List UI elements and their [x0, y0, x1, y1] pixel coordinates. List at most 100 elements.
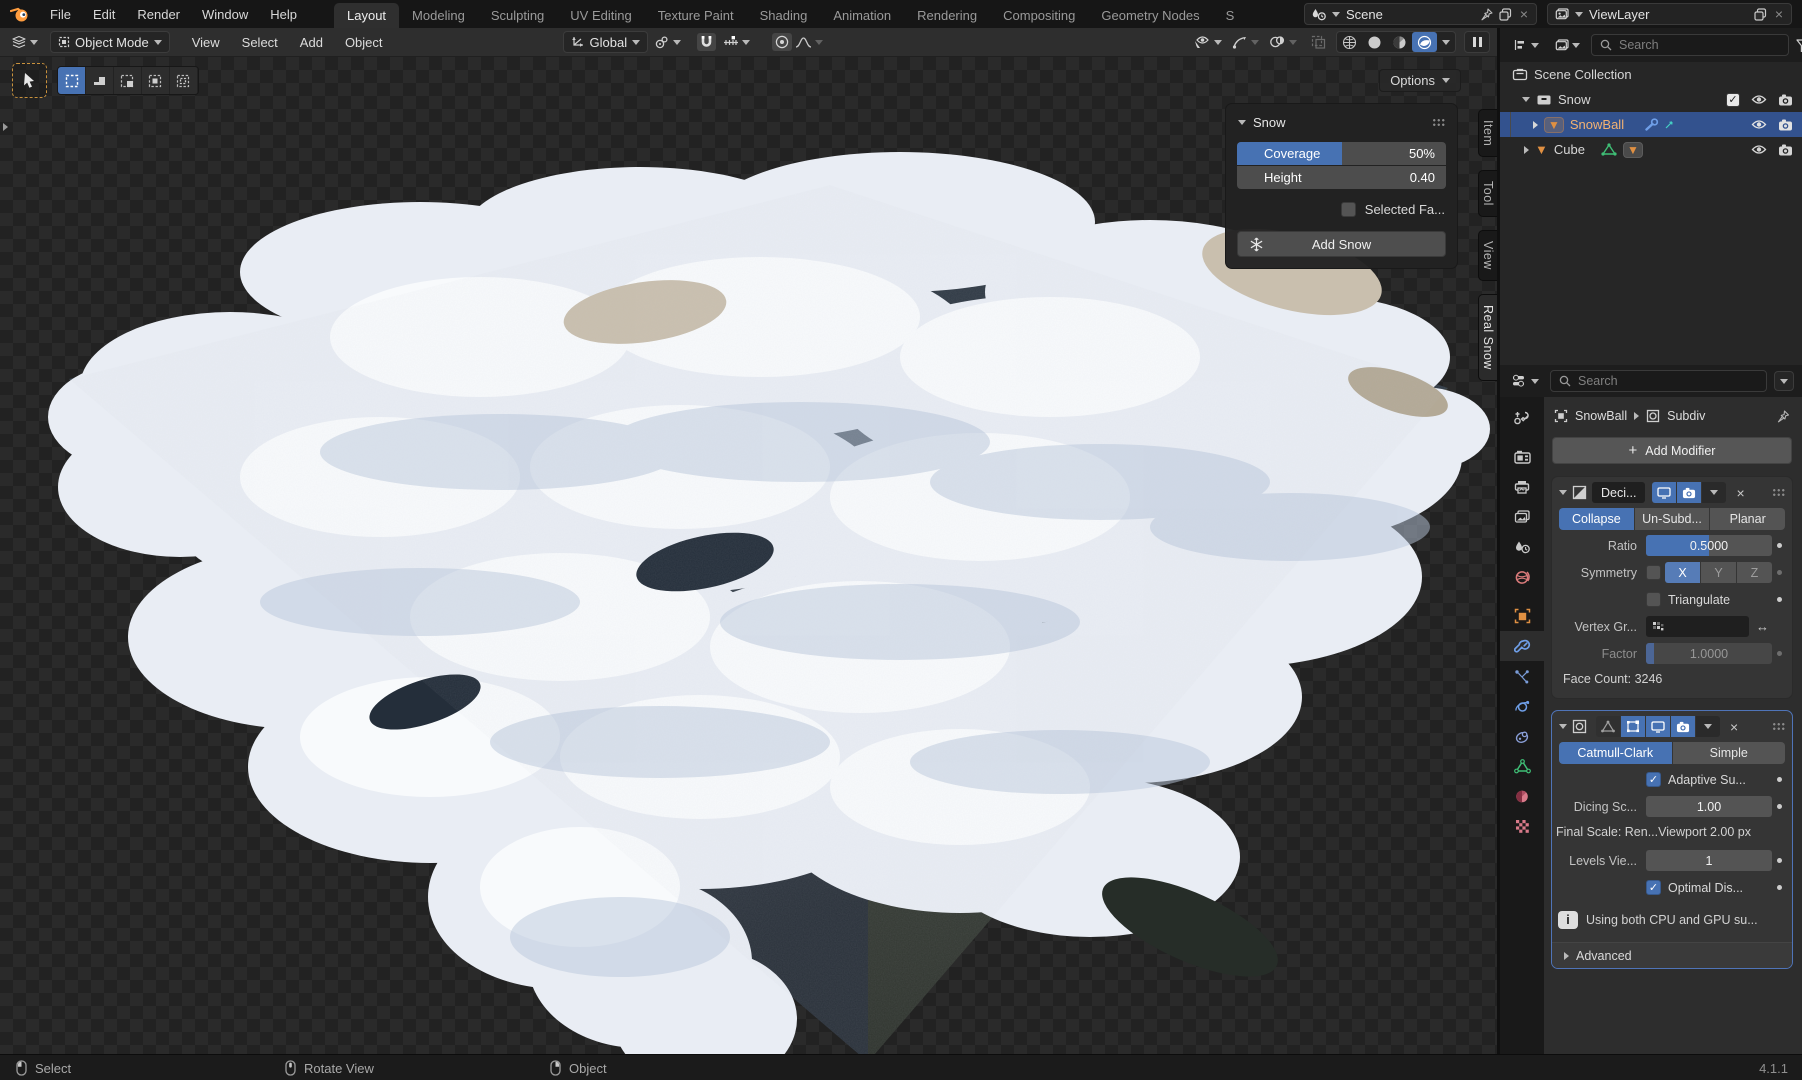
advanced-subpanel-header[interactable]: Advanced	[1552, 942, 1792, 968]
pin-icon[interactable]	[1481, 8, 1493, 21]
menu-window[interactable]: Window	[191, 0, 259, 28]
tab-output[interactable]	[1500, 472, 1544, 502]
animate-dot[interactable]	[1772, 543, 1786, 548]
menu-select[interactable]: Select	[232, 35, 288, 50]
tab-item[interactable]: Item	[1478, 109, 1497, 157]
modifier-name-field[interactable]: Deci...	[1592, 482, 1645, 503]
blender-logo-icon[interactable]	[10, 6, 29, 23]
delete-modifier-icon[interactable]: ×	[1727, 719, 1741, 735]
proportional-falloff-icon[interactable]	[795, 36, 812, 49]
hide-eye-icon[interactable]	[1751, 119, 1767, 130]
remove-viewlayer-icon[interactable]: ×	[1773, 6, 1785, 22]
xray-toggle[interactable]	[1307, 35, 1330, 49]
tab-geometry-nodes[interactable]: Geometry Nodes	[1088, 3, 1212, 28]
viewport-3d[interactable]: Options Item Tool View Real Snow Snow Co…	[0, 57, 1497, 1054]
delete-modifier-icon[interactable]: ×	[1733, 485, 1747, 501]
selected-faces-checkbox[interactable]	[1341, 202, 1356, 217]
select-subtract-button[interactable]	[114, 67, 142, 94]
invert-vertex-group-icon[interactable]: ↔	[1753, 619, 1772, 634]
new-scene-icon[interactable]	[1499, 8, 1512, 21]
axis-x-button[interactable]: X	[1665, 562, 1700, 583]
outliner-search-input[interactable]	[1619, 38, 1780, 52]
expand-chevron-icon[interactable]	[1533, 121, 1538, 129]
realtime-toggle[interactable]	[1652, 482, 1676, 503]
tab-tool[interactable]: Tool	[1478, 170, 1497, 217]
tab-tool[interactable]	[1500, 403, 1544, 433]
funnel-filter-icon[interactable]	[1796, 39, 1802, 52]
shading-solid-button[interactable]	[1362, 32, 1387, 52]
disable-render-camera-icon[interactable]	[1778, 119, 1793, 131]
disable-render-camera-icon[interactable]	[1778, 94, 1793, 106]
simple-button[interactable]: Simple	[1673, 742, 1786, 764]
pivot-point-dropdown[interactable]	[650, 35, 685, 50]
breadcrumb-modifier[interactable]: Subdiv	[1667, 409, 1705, 423]
active-tool-tweak-button[interactable]	[12, 63, 47, 98]
tab-particles[interactable]	[1500, 661, 1544, 691]
tab-view-layer[interactable]	[1500, 502, 1544, 532]
render-toggle[interactable]	[1677, 482, 1701, 503]
editor-type-button[interactable]	[7, 35, 42, 49]
pause-render-button[interactable]	[1464, 31, 1490, 53]
outliner-row-scene-collection[interactable]: Scene Collection	[1500, 62, 1802, 87]
tab-animation[interactable]: Animation	[820, 3, 904, 28]
breadcrumb-object[interactable]: SnowBall	[1575, 409, 1627, 423]
falloff-chevron-icon[interactable]	[815, 40, 823, 45]
pin-icon[interactable]	[1777, 410, 1790, 423]
panel-grip-icon[interactable]	[1432, 118, 1445, 127]
optimal-display-checkbox[interactable]: ✓	[1646, 880, 1661, 895]
tab-view[interactable]: View	[1478, 230, 1497, 281]
hide-eye-icon[interactable]	[1751, 144, 1767, 155]
modifier-grip-icon[interactable]	[1772, 722, 1785, 731]
modifier-extras-dropdown[interactable]	[1696, 716, 1720, 737]
tab-scripting-truncated[interactable]: S	[1213, 3, 1248, 28]
edit-mode-toggle[interactable]	[1621, 716, 1645, 737]
tab-modeling[interactable]: Modeling	[399, 3, 478, 28]
menu-edit[interactable]: Edit	[82, 0, 126, 28]
coverage-slider[interactable]: Coverage 50%	[1237, 142, 1446, 165]
animate-dot[interactable]	[1772, 858, 1786, 863]
shading-dropdown[interactable]	[1437, 32, 1455, 52]
select-set-button[interactable]	[58, 67, 86, 94]
expand-chevron-icon[interactable]	[1524, 146, 1529, 154]
properties-search-input[interactable]	[1578, 374, 1758, 388]
menu-object[interactable]: Object	[335, 35, 393, 50]
options-dropdown[interactable]: Options	[1379, 69, 1461, 92]
tab-world[interactable]	[1500, 562, 1544, 592]
modifier-extras-dropdown[interactable]	[1702, 482, 1726, 503]
animate-dot[interactable]	[1772, 777, 1786, 782]
symmetry-checkbox[interactable]	[1646, 565, 1661, 580]
tab-layout[interactable]: Layout	[334, 3, 399, 28]
tab-object-data[interactable]	[1500, 751, 1544, 781]
mode-collapse-button[interactable]: Collapse	[1559, 508, 1634, 530]
tab-uv-editing[interactable]: UV Editing	[557, 3, 644, 28]
menu-file[interactable]: File	[39, 0, 82, 28]
proportional-editing-toggle[interactable]	[772, 33, 792, 51]
levels-viewport-field[interactable]: 1	[1646, 850, 1772, 871]
mode-unsubdivide-button[interactable]: Un-Subd...	[1635, 508, 1710, 530]
show-object-types-dropdown[interactable]	[1189, 35, 1226, 49]
toolbar-expand-icon[interactable]	[3, 123, 8, 131]
select-intersect-button[interactable]	[170, 67, 198, 94]
add-modifier-button[interactable]: + Add Modifier	[1552, 437, 1792, 464]
snap-settings-dropdown[interactable]	[719, 36, 754, 49]
tab-texture[interactable]	[1500, 811, 1544, 841]
gizmos-dropdown[interactable]	[1228, 35, 1263, 49]
menu-add[interactable]: Add	[290, 35, 333, 50]
properties-editor-type-dropdown[interactable]	[1508, 374, 1543, 388]
tab-render[interactable]	[1500, 442, 1544, 472]
menu-render[interactable]: Render	[126, 0, 191, 28]
panel-collapse-icon[interactable]	[1238, 120, 1246, 125]
select-extend-button[interactable]	[86, 67, 114, 94]
animate-dot[interactable]	[1772, 570, 1786, 575]
outliner-filter-dropdown[interactable]	[1550, 39, 1584, 52]
tab-constraints[interactable]	[1500, 721, 1544, 751]
render-toggle[interactable]	[1671, 716, 1695, 737]
triangulate-checkbox[interactable]	[1646, 592, 1661, 607]
select-difference-button[interactable]	[142, 67, 170, 94]
collapse-chevron-icon[interactable]	[1559, 724, 1567, 729]
tab-compositing[interactable]: Compositing	[990, 3, 1088, 28]
realtime-toggle[interactable]	[1646, 716, 1670, 737]
modifier-grip-icon[interactable]	[1772, 488, 1785, 497]
dicing-scale-field[interactable]: 1.00	[1646, 796, 1772, 817]
mode-dropdown[interactable]: Object Mode	[50, 31, 170, 53]
